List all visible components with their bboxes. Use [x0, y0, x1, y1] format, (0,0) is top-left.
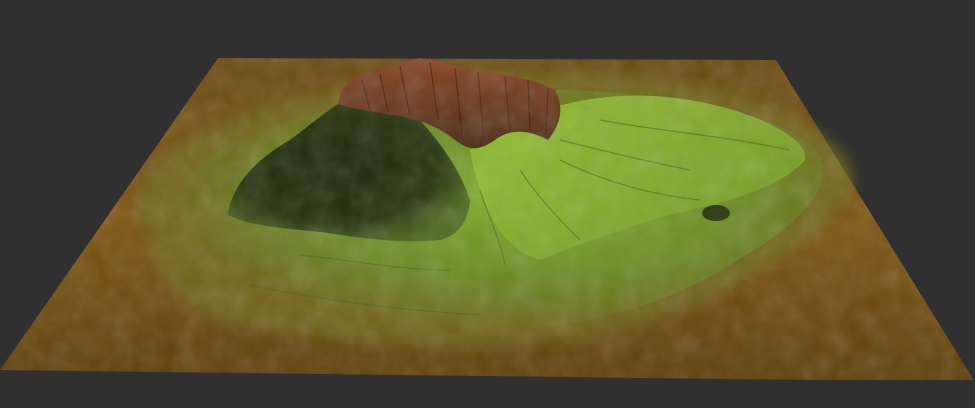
viewport-bottom-bar: [0, 380, 975, 408]
terrain-texture: [0, 58, 975, 382]
3d-viewport[interactable]: [0, 0, 975, 408]
terrain-render[interactable]: [0, 0, 975, 408]
